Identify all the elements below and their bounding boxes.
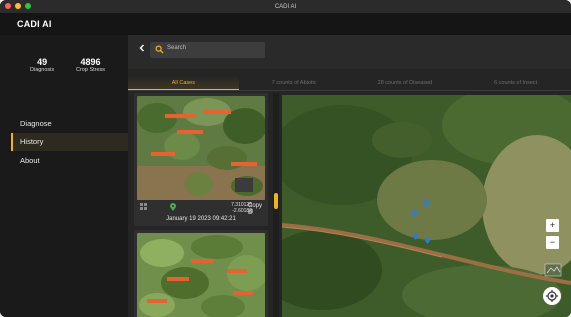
nav-history[interactable]: History — [11, 133, 128, 151]
case-photo[interactable] — [137, 96, 265, 200]
search-icon — [155, 45, 164, 54]
search-placeholder: Search — [167, 45, 187, 51]
app-window: CADI AI CADI AI 49 Diagnosis 4896 Crop S… — [0, 0, 571, 317]
tab-abiotic[interactable]: 7 counts of Abiotic — [239, 76, 350, 90]
case-card[interactable] — [134, 230, 268, 317]
map-marker-icon[interactable] — [412, 210, 417, 217]
search-input[interactable]: Search — [150, 42, 265, 58]
stat-crop-stress: 4896 Crop Stress — [76, 57, 105, 74]
chevron-left-icon — [139, 44, 144, 52]
filter-tabs: All Cases 7 counts of Abiotic 28 counts … — [128, 76, 571, 91]
stat-value: 49 — [37, 57, 48, 67]
nav-diagnose[interactable]: Diagnose — [11, 115, 128, 133]
main-content: Search All Cases 7 counts of Abiotic 28 … — [128, 35, 571, 317]
coordinate-line: -2.60182 — [232, 208, 252, 214]
window-title: CADI AI — [274, 3, 297, 10]
app-header: CADI AI — [0, 13, 571, 35]
maximize-window-button[interactable] — [25, 3, 31, 9]
grid-icon — [140, 203, 147, 210]
case-image — [137, 96, 265, 200]
nav-about[interactable]: About — [11, 152, 128, 170]
minimize-window-button[interactable] — [15, 3, 21, 9]
locate-icon — [546, 290, 558, 302]
locate-button[interactable] — [543, 287, 561, 305]
scrollbar-thumb[interactable] — [274, 193, 278, 209]
top-bar: Search — [128, 35, 571, 69]
stat-value: 4896 — [80, 57, 101, 67]
zoom-in-button[interactable]: + — [546, 219, 559, 232]
map-marker-icon[interactable] — [424, 200, 429, 207]
case-date: January 19 2023 09:42:21 — [166, 216, 236, 222]
title-bar: CADI AI — [0, 0, 571, 13]
stat-label: Diagnosis — [30, 67, 55, 73]
layers-icon[interactable] — [544, 263, 562, 277]
case-photo[interactable] — [137, 233, 265, 317]
back-button[interactable] — [139, 44, 145, 54]
map-marker-icon[interactable] — [425, 237, 430, 244]
zoom-out-button[interactable]: − — [546, 236, 559, 249]
tab-all-cases[interactable]: All Cases — [128, 76, 239, 90]
stat-label: Crop Stress — [76, 67, 106, 73]
case-meta: 7.310125 -2.60182 Copy January 19 2023 0… — [134, 201, 268, 227]
app-brand: CADI AI — [17, 19, 52, 29]
map-marker-icon[interactable] — [413, 233, 418, 240]
location-pin-icon — [170, 203, 176, 211]
case-list: 7.310125 -2.60182 Copy January 19 2023 0… — [134, 93, 272, 317]
satellite-map[interactable]: + − — [282, 95, 571, 317]
case-card[interactable]: 7.310125 -2.60182 Copy January 19 2023 0… — [134, 93, 268, 226]
copy-button[interactable]: Copy — [248, 203, 268, 216]
case-image — [137, 233, 265, 317]
copy-icon — [248, 209, 253, 214]
close-window-button[interactable] — [5, 3, 11, 9]
tab-diseased[interactable]: 28 counts of Diseased — [350, 76, 461, 90]
case-coordinates: 7.310125 -2.60182 — [214, 202, 252, 214]
list-scrollbar[interactable] — [273, 93, 279, 317]
stat-diagnosis: 49 Diagnosis — [30, 57, 54, 74]
window-controls — [5, 3, 31, 9]
tab-insect[interactable]: 6 counts of Insect — [460, 76, 571, 90]
sidebar: 49 Diagnosis 4896 Crop Stress Diagnose H… — [0, 35, 128, 317]
